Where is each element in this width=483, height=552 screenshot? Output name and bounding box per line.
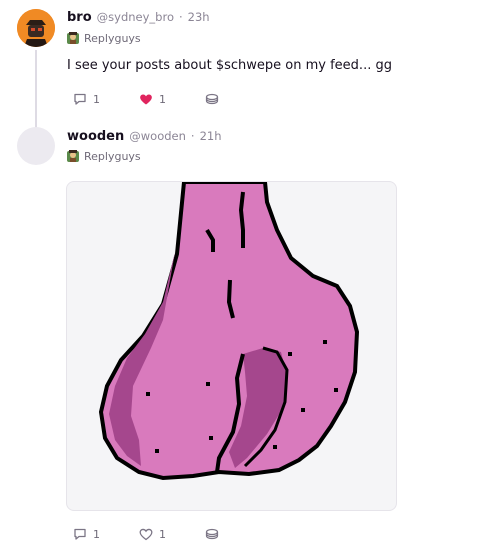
author-name[interactable]: wooden: [67, 129, 124, 144]
reply-button[interactable]: 1: [73, 527, 139, 541]
coin-stack-icon: [205, 528, 219, 540]
author-name[interactable]: bro: [67, 10, 92, 25]
channel-icon: [67, 32, 79, 44]
avatar-icon: [17, 9, 55, 47]
heart-icon: [139, 528, 153, 541]
reply-icon: [74, 528, 86, 540]
reply-count: 1: [93, 527, 100, 541]
channel-link[interactable]: Replyguys: [66, 31, 141, 45]
timestamp[interactable]: 21h: [200, 129, 222, 143]
avatar-bro[interactable]: [17, 9, 55, 47]
channel-icon: [67, 150, 79, 162]
channel-name: Replyguys: [84, 31, 141, 45]
post-bro[interactable]: bro @sydney_bro · 23h Replyguys I see yo…: [0, 0, 483, 128]
pixel-art-image: [98, 182, 360, 481]
reply-button[interactable]: 1: [73, 92, 139, 106]
thread-line: [35, 50, 37, 128]
like-count: 1: [159, 92, 166, 106]
tip-button[interactable]: [205, 92, 219, 106]
avatar-wooden[interactable]: [17, 127, 55, 165]
author-handle[interactable]: @sydney_bro: [97, 10, 174, 24]
tip-button[interactable]: [205, 527, 219, 541]
reply-icon: [74, 93, 86, 105]
post-wooden[interactable]: wooden @wooden · 21h Replyguys 1 1: [0, 120, 483, 552]
channel-name: Replyguys: [84, 149, 141, 163]
author-handle[interactable]: @wooden: [129, 129, 186, 143]
post-actions: 1 1: [73, 527, 219, 541]
channel-link[interactable]: Replyguys: [66, 149, 141, 163]
like-button[interactable]: 1: [139, 527, 205, 541]
like-count: 1: [159, 527, 166, 541]
post-image[interactable]: [66, 181, 397, 511]
like-button[interactable]: 1: [139, 92, 205, 106]
heart-icon: [140, 94, 152, 105]
timestamp[interactable]: 23h: [188, 10, 210, 24]
separator-dot: ·: [178, 10, 183, 24]
reply-count: 1: [93, 92, 100, 106]
post-actions: 1 1: [73, 92, 219, 106]
post-header: bro @sydney_bro · 23h: [67, 10, 210, 25]
separator-dot: ·: [190, 129, 195, 143]
coin-stack-icon: [205, 93, 219, 105]
post-header: wooden @wooden · 21h: [67, 129, 221, 144]
post-text: I see your posts about $schwepe on my fe…: [67, 58, 392, 73]
